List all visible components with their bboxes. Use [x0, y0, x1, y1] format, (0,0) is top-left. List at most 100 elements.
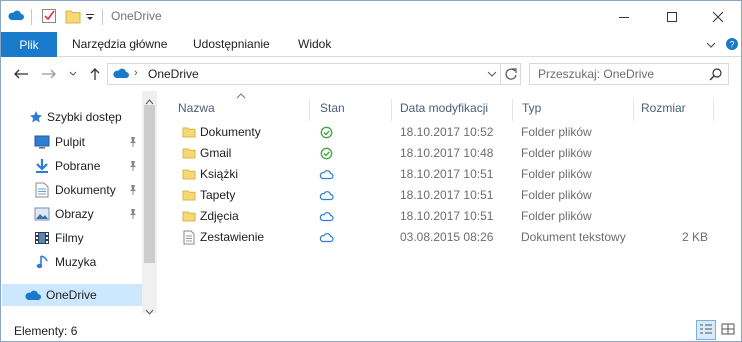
file-size: 2 KB — [681, 230, 708, 244]
pin-icon[interactable] — [128, 184, 138, 199]
nav-item-label: Pobrane — [55, 159, 101, 173]
scroll-down-icon[interactable] — [145, 304, 154, 318]
onedrive-cloud-icon — [7, 7, 25, 25]
nav-item-downloads[interactable]: Pobrane — [2, 155, 142, 177]
table-row[interactable]: Zestawienie 03.08.2015 08:26 Dokument te… — [171, 227, 731, 248]
file-name: Tapety — [200, 188, 236, 202]
large-icons-view-icon — [721, 323, 735, 338]
nav-item-label: Obrazy — [55, 207, 94, 221]
file-date: 18.10.2017 10:51 — [400, 209, 494, 223]
pin-icon[interactable] — [128, 136, 138, 151]
table-row[interactable]: Tapety 18.10.2017 10:51 Folder plików — [171, 185, 731, 206]
svg-text:?: ? — [729, 40, 734, 50]
column-divider[interactable] — [309, 99, 310, 121]
back-arrow-icon[interactable] — [11, 64, 31, 84]
search-input[interactable]: Przeszukaj: OneDrive — [529, 63, 729, 85]
column-header-type[interactable]: Typ — [522, 97, 632, 119]
refresh-icon[interactable] — [504, 67, 518, 84]
synced-check-icon — [320, 126, 333, 142]
properties-icon[interactable] — [41, 7, 57, 25]
cloud-only-icon — [319, 190, 334, 204]
file-type: Folder plików — [521, 167, 592, 181]
file-name: Dokumenty — [200, 125, 261, 139]
nav-item-documents[interactable]: Dokumenty — [2, 179, 142, 201]
column-divider[interactable] — [512, 99, 513, 121]
address-divider — [500, 64, 501, 84]
file-size — [641, 164, 708, 185]
pin-icon[interactable] — [128, 208, 138, 223]
file-date: 18.10.2017 10:52 — [400, 125, 494, 139]
help-icon[interactable]: ? — [725, 37, 739, 54]
nav-scrollbar[interactable] — [142, 91, 157, 315]
address-dropdown-icon[interactable] — [486, 67, 498, 84]
nav-item-onedrive[interactable]: OneDrive — [2, 284, 142, 306]
breadcrumb-separator-icon[interactable]: › — [134, 67, 138, 79]
nav-item-label: Filmy — [55, 231, 84, 245]
details-view-icon — [699, 323, 713, 338]
large-icons-view-button[interactable] — [718, 320, 738, 340]
table-row[interactable]: Książki 18.10.2017 10:51 Folder plików — [171, 164, 731, 185]
search-placeholder: Przeszukaj: OneDrive — [538, 67, 655, 81]
column-divider[interactable] — [391, 99, 392, 121]
onedrive-cloud-icon — [112, 66, 130, 85]
music-icon — [36, 254, 50, 273]
videos-icon — [34, 231, 50, 248]
file-date: 18.10.2017 10:48 — [400, 146, 494, 160]
file-name: Zestawienie — [200, 230, 265, 244]
nav-item-label: Dokumenty — [55, 183, 116, 197]
new-folder-icon[interactable] — [65, 7, 81, 25]
column-header-name[interactable]: Nazwa — [178, 97, 318, 119]
pin-icon[interactable] — [128, 160, 138, 175]
folder-icon — [182, 167, 196, 184]
documents-icon — [35, 182, 49, 201]
tab-share[interactable]: Udostępnianie — [193, 32, 270, 57]
recent-chevron-icon[interactable] — [63, 64, 83, 84]
folder-icon — [182, 188, 196, 205]
folder-icon — [182, 146, 196, 163]
tab-view[interactable]: Widok — [298, 32, 331, 57]
details-view-button[interactable] — [696, 320, 716, 340]
file-size — [641, 206, 708, 227]
folder-icon — [182, 209, 196, 226]
table-row[interactable]: Dokumenty 18.10.2017 10:52 Folder plików — [171, 122, 731, 143]
folder-icon — [182, 125, 196, 142]
chevron-down-icon[interactable] — [705, 39, 717, 53]
up-arrow-icon[interactable] — [85, 64, 105, 84]
nav-item-music[interactable]: Muzyka — [2, 251, 142, 273]
file-size — [641, 122, 708, 143]
table-row[interactable]: Gmail 18.10.2017 10:48 Folder plików — [171, 143, 731, 164]
minimize-button[interactable] — [601, 1, 647, 32]
customize-dropdown-icon[interactable] — [85, 7, 95, 25]
toolbar-divider — [31, 9, 32, 25]
file-type: Dokument tekstowy — [521, 230, 626, 244]
star-icon — [29, 110, 43, 127]
tab-file[interactable]: Plik — [1, 32, 57, 57]
file-size — [641, 185, 708, 206]
nav-item-label: OneDrive — [46, 288, 97, 302]
column-header-date[interactable]: Data modyfikacji — [400, 97, 510, 119]
title-divider — [102, 9, 103, 25]
window-title: OneDrive — [111, 9, 162, 23]
maximize-button[interactable] — [649, 1, 695, 32]
column-divider[interactable] — [713, 99, 714, 121]
onedrive-cloud-icon — [24, 288, 42, 305]
table-row[interactable]: Zdjęcia 18.10.2017 10:51 Folder plików — [171, 206, 731, 227]
column-header-size[interactable]: Rozmiar — [641, 97, 721, 119]
search-icon[interactable] — [709, 67, 723, 84]
file-date: 03.08.2015 08:26 — [400, 230, 494, 244]
file-name: Zdjęcia — [200, 209, 239, 223]
text-document-icon — [183, 230, 195, 248]
file-type: Folder plików — [521, 209, 592, 223]
close-button[interactable] — [695, 1, 741, 32]
nav-item-desktop[interactable]: Pulpit — [2, 131, 142, 153]
nav-item-pictures[interactable]: Obrazy — [2, 203, 142, 225]
address-bar[interactable]: › OneDrive — [107, 63, 521, 85]
nav-item-videos[interactable]: Filmy — [2, 227, 142, 249]
forward-arrow-icon[interactable] — [39, 64, 59, 84]
breadcrumb-location[interactable]: OneDrive — [148, 67, 199, 81]
column-header-status[interactable]: Stan — [320, 97, 390, 119]
column-divider[interactable] — [633, 99, 634, 121]
scrollbar-thumb[interactable] — [144, 105, 155, 263]
nav-item-quick-access[interactable]: Szybki dostęp — [2, 106, 142, 128]
tab-home[interactable]: Narzędzia główne — [72, 32, 167, 57]
